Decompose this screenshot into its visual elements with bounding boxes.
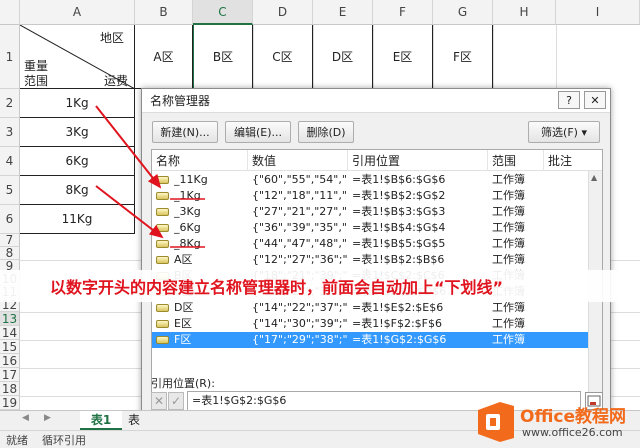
- watermark-brand: Office教程网: [520, 407, 627, 427]
- tab-prev-icon[interactable]: ◀: [22, 413, 29, 423]
- watermark-logo: Office教程网 www.office26.com: [470, 394, 640, 448]
- tab-next-icon[interactable]: ▶: [44, 413, 51, 423]
- annotation-banner: 以数字开头的内容建立名称管理器时，前面会自动加上“下划线”: [0, 270, 640, 302]
- tab-sheet2[interactable]: 表: [124, 411, 144, 430]
- arrow-1kg: [95, 105, 162, 189]
- status-ready: 就绪: [6, 433, 28, 447]
- arrow-8kg: [95, 185, 164, 239]
- annotation-arrows: [95, 105, 205, 248]
- watermark-url: www.office26.com: [522, 426, 623, 439]
- status-circular[interactable]: 循环引用: [42, 432, 86, 448]
- office-logo-icon: [478, 402, 514, 442]
- tab-sheet1[interactable]: 表1: [80, 411, 122, 430]
